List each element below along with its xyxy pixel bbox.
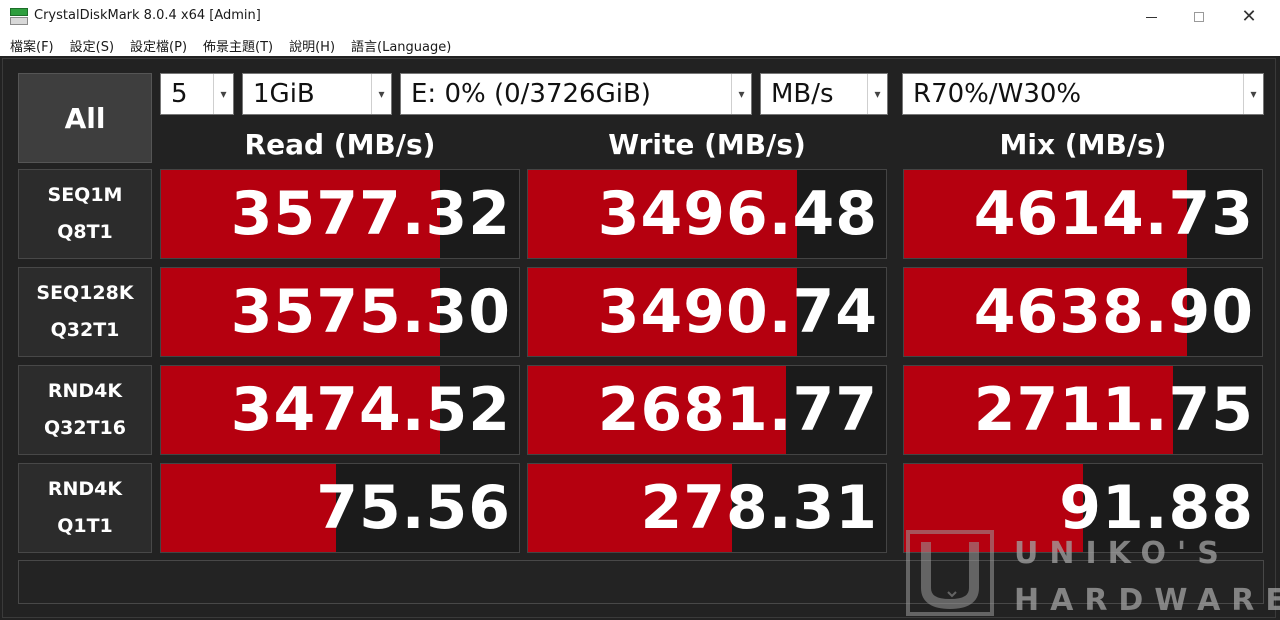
chevron-down-icon: ▾ [371,74,391,114]
menu-bar: 檔案(F) 設定(S) 設定檔(P) 佈景主題(T) 說明(H) 語言(Lang… [0,34,1280,56]
mix-value: 2711.75 [973,375,1254,445]
result-cell: 278.31 [527,463,887,553]
title-bar: CrystalDiskMark 8.0.4 x64 [Admin] ✕ [0,0,1280,34]
result-cell: 3490.74 [527,267,887,357]
menu-file[interactable]: 檔案(F) [10,36,54,55]
read-value: 3577.32 [230,179,511,249]
drive-value: E: 0% (0/3726GiB) [411,79,651,109]
write-column-header: Write (MB/s) [608,128,806,161]
maximize-button[interactable] [1176,0,1222,34]
result-cell: 3474.52 [160,365,520,455]
unit-value: MB/s [771,79,834,109]
row-label-line2: Q32T1 [50,319,120,341]
row-label-line2: Q32T16 [44,417,126,439]
size-select[interactable]: 1GiB ▾ [242,73,392,115]
count-value: 5 [171,79,188,109]
row-label-line1: SEQ1M [47,184,123,206]
watermark-text: HARDWARE [1014,583,1280,618]
chevron-down-icon: ▾ [213,74,233,114]
chevron-down-icon: ▾ [1243,74,1263,114]
mix-ratio-select[interactable]: R70%/W30% ▾ [902,73,1264,115]
mix-column-header: Mix (MB/s) [999,128,1167,161]
row-4-button[interactable]: RND4K Q1T1 [18,463,152,553]
result-cell: 75.56 [160,463,520,553]
speed-bar [161,464,337,552]
mix-value: 4638.90 [973,277,1254,347]
write-value: 3496.48 [597,179,878,249]
maximize-icon [1194,12,1204,22]
result-cell: 3575.30 [160,267,520,357]
result-cell: 2711.75 [903,365,1263,455]
all-button[interactable]: All [18,73,152,163]
mix-value: 4614.73 [973,179,1254,249]
menu-theme[interactable]: 佈景主題(T) [203,36,273,55]
menu-profile[interactable]: 設定檔(P) [130,36,187,55]
size-value: 1GiB [253,79,315,109]
watermark-logo-icon [906,530,994,616]
unit-select[interactable]: MB/s ▾ [760,73,888,115]
chevron-down-icon: ▾ [731,74,751,114]
row-label-line1: RND4K [47,478,123,500]
row-1-button[interactable]: SEQ1M Q8T1 [18,169,152,259]
row-label-line2: Q8T1 [57,221,113,243]
minimize-icon [1145,16,1157,18]
close-icon: ✕ [1241,6,1257,27]
write-value: 2681.77 [597,375,878,445]
menu-help[interactable]: 說明(H) [289,36,335,55]
close-button[interactable]: ✕ [1226,0,1272,34]
read-value: 3474.52 [230,375,511,445]
app-icon [10,8,28,25]
drive-select[interactable]: E: 0% (0/3726GiB) ▾ [400,73,752,115]
row-label-line1: SEQ128K [36,282,134,304]
read-column-header: Read (MB/s) [244,128,436,161]
result-cell: 3496.48 [527,169,887,259]
row-3-button[interactable]: RND4K Q32T16 [18,365,152,455]
menu-settings[interactable]: 設定(S) [70,36,114,55]
window-title: CrystalDiskMark 8.0.4 x64 [Admin] [34,8,261,23]
result-cell: 4614.73 [903,169,1263,259]
minimize-button[interactable] [1128,0,1174,34]
read-value: 3575.30 [230,277,511,347]
read-value: 75.56 [316,473,511,543]
watermark-text: UNIKO'S [1014,536,1230,571]
result-cell: 2681.77 [527,365,887,455]
write-value: 3490.74 [597,277,878,347]
result-cell: 4638.90 [903,267,1263,357]
menu-language[interactable]: 語言(Language) [351,36,451,55]
write-value: 278.31 [640,473,878,543]
mix-ratio-value: R70%/W30% [913,79,1082,109]
result-cell: 3577.32 [160,169,520,259]
chevron-down-icon: ▾ [867,74,887,114]
row-2-button[interactable]: SEQ128K Q32T1 [18,267,152,357]
main-panel: All 5 ▾ 1GiB ▾ E: 0% (0/3726GiB) ▾ MB/s … [0,56,1280,620]
row-label-line1: RND4K [47,380,123,402]
count-select[interactable]: 5 ▾ [160,73,234,115]
row-label-line2: Q1T1 [57,515,113,537]
